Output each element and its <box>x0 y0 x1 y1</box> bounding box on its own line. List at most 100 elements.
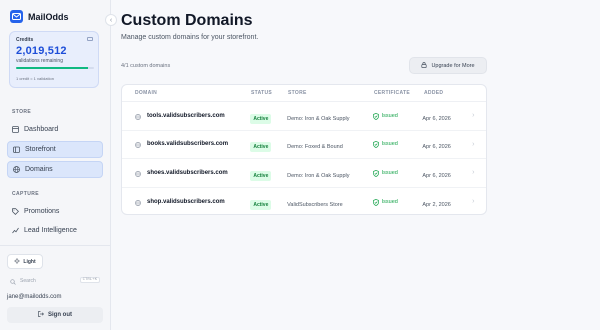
sign-out-button[interactable]: Sign out <box>7 307 103 323</box>
store-name: ValidSubscribers Store <box>287 201 343 208</box>
globe-icon <box>13 166 20 173</box>
globe-icon <box>135 135 141 153</box>
status-cell: Active <box>250 135 287 153</box>
page-subtitle: Manage custom domains for your storefron… <box>121 34 259 41</box>
sidebar-item-lead-intelligence[interactable]: Lead Intelligence <box>7 222 103 239</box>
domain-cell: tools.validsubscribers.com <box>122 107 250 125</box>
sidebar-item-label: Dashboard <box>24 126 59 133</box>
column-header-store: STORE <box>288 90 307 96</box>
sign-out-icon <box>38 311 45 319</box>
table-row[interactable]: shoes.validsubscribers.com Active Demo: … <box>122 159 486 188</box>
table-row[interactable]: shop.validsubscribers.com Active ValidSu… <box>122 188 486 215</box>
credits-value: 2,019,512 <box>16 45 67 57</box>
status-badge: Active <box>250 199 272 210</box>
domain-cell: books.validsubscribers.com <box>122 135 250 153</box>
sidebar-item-label: Storefront <box>25 146 56 153</box>
added-cell: Apr 6, 2026 <box>422 107 472 125</box>
table-row[interactable]: books.validsubscribers.com Active Demo: … <box>122 131 486 159</box>
store-name: Demo: Iron & Oak Supply <box>287 115 350 122</box>
certificate-cell: Issued <box>372 135 423 153</box>
globe-icon <box>135 107 141 125</box>
globe-icon <box>135 193 141 211</box>
shield-check-icon <box>372 135 379 153</box>
table-row[interactable]: tools.validsubscribers.com Active Demo: … <box>122 102 486 131</box>
search-shortcut: CTRL+K <box>79 277 100 283</box>
section-title-capture: CAPTURE <box>12 191 39 197</box>
sidebar-item-promotions[interactable]: Promotions <box>7 203 103 220</box>
certificate-cell: Issued <box>372 107 423 125</box>
certificate-status: Issued <box>381 169 398 176</box>
shield-check-icon <box>372 164 379 182</box>
store-name: Demo: Iron & Oak Supply <box>287 172 350 179</box>
domain-name: shop.validsubscribers.com <box>147 198 225 205</box>
sidebar-item-domains[interactable]: Domains <box>7 161 103 178</box>
status-badge: Active <box>250 142 272 153</box>
status-cell: Active <box>250 164 287 182</box>
user-email: jane@mailodds.com <box>7 294 62 300</box>
credits-subtext: validations remaining <box>16 58 63 64</box>
credits-progress-bar <box>16 67 94 69</box>
mail-icon <box>10 10 23 23</box>
added-date: Apr 2, 2026 <box>422 201 451 208</box>
certificate-status: Issued <box>381 112 398 119</box>
brand[interactable]: MailOdds <box>10 10 69 23</box>
chart-icon <box>12 227 19 234</box>
dashboard-icon <box>12 126 19 133</box>
column-header-domain: DOMAIN <box>135 90 158 96</box>
storefront-icon <box>13 146 20 153</box>
credits-card: Credits 2,019,512 validations remaining … <box>9 31 99 88</box>
added-cell: Apr 6, 2026 <box>422 164 472 182</box>
sun-icon <box>14 257 21 266</box>
main-content: Custom Domains Manage custom domains for… <box>112 0 600 330</box>
sidebar-item-label: Promotions <box>24 208 60 215</box>
column-header-status: STATUS <box>251 90 273 96</box>
collapse-sidebar-button[interactable]: ‹ <box>105 14 117 26</box>
sidebar-search[interactable]: Search CTRL+K <box>10 276 100 286</box>
status-badge: Active <box>250 113 272 124</box>
sidebar: MailOdds Credits 2,019,512 validations r… <box>0 0 111 330</box>
lock-icon <box>421 61 427 70</box>
chevron-right-icon[interactable]: › <box>472 169 486 176</box>
theme-toggle-button[interactable]: Light <box>7 254 43 269</box>
credits-rate: 1 credit = 1 validation <box>16 76 54 81</box>
added-date: Apr 6, 2026 <box>422 115 451 122</box>
theme-label: Light <box>23 258 36 265</box>
certificate-cell: Issued <box>372 193 423 211</box>
search-label: Search <box>20 278 36 284</box>
added-cell: Apr 2, 2026 <box>422 193 472 211</box>
domain-cell: shoes.validsubscribers.com <box>122 164 250 182</box>
table-header: DOMAIN STATUS STORE CERTIFICATE ADDED <box>122 85 486 102</box>
upgrade-label: Upgrade for More <box>431 62 475 69</box>
column-header-certificate: CERTIFICATE <box>374 90 410 96</box>
sidebar-item-label: Lead Intelligence <box>24 227 77 234</box>
added-date: Apr 6, 2026 <box>422 144 451 151</box>
sidebar-item-storefront[interactable]: Storefront <box>7 141 103 158</box>
domain-name: tools.validsubscribers.com <box>147 112 225 119</box>
page-title: Custom Domains <box>121 12 253 29</box>
added-cell: Apr 6, 2026 <box>422 135 472 153</box>
certificate-status: Issued <box>381 198 398 205</box>
added-date: Apr 6, 2026 <box>422 172 451 179</box>
chevron-left-icon: ‹ <box>109 16 113 24</box>
store-cell: Demo: Foxed & Bound <box>287 135 373 153</box>
upgrade-button[interactable]: Upgrade for More <box>409 57 487 74</box>
shield-check-icon <box>372 107 379 125</box>
section-title-store: STORE <box>12 109 32 115</box>
chevron-right-icon[interactable]: › <box>472 141 486 148</box>
sidebar-item-label: Domains <box>25 166 53 173</box>
chevron-right-icon[interactable]: › <box>472 112 486 119</box>
domain-count: 4/1 custom domains <box>121 63 171 69</box>
tag-icon <box>12 208 19 215</box>
sidebar-item-dashboard[interactable]: Dashboard <box>7 121 103 138</box>
chevron-right-icon[interactable]: › <box>472 198 486 205</box>
store-cell: ValidSubscribers Store <box>287 193 373 211</box>
domain-cell: shop.validsubscribers.com <box>122 193 250 211</box>
sidebar-divider <box>0 245 111 246</box>
certificate-cell: Issued <box>372 164 423 182</box>
domain-name: books.validsubscribers.com <box>147 141 229 148</box>
store-cell: Demo: Iron & Oak Supply <box>287 164 373 182</box>
shield-check-icon <box>372 193 379 211</box>
credits-progress-fill <box>16 67 88 69</box>
store-name: Demo: Foxed & Bound <box>287 144 343 151</box>
certificate-status: Issued <box>381 141 398 148</box>
